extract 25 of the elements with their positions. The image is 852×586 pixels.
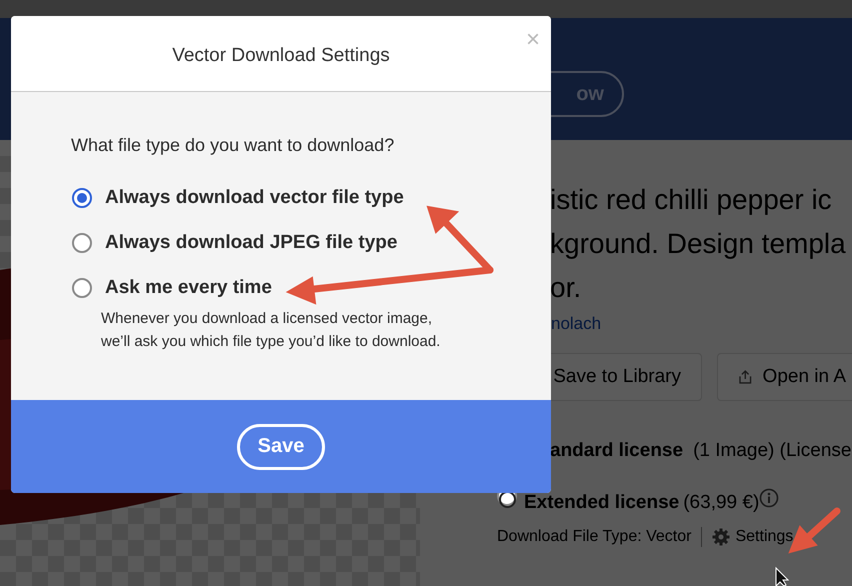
- close-button[interactable]: ×: [526, 28, 540, 52]
- title-text: istic red chilli pepper ic: [550, 183, 832, 217]
- file-type-label: Download File Type: Vector: [497, 528, 692, 546]
- open-in-button[interactable]: Open in A: [717, 353, 852, 401]
- license-detail: (1 Image) (License: [693, 440, 852, 462]
- license-detail: (63,99 €): [683, 492, 760, 513]
- license-name: andard license: [550, 440, 684, 462]
- author-link[interactable]: nolach: [551, 314, 602, 334]
- save-button[interactable]: Save: [237, 424, 325, 470]
- question-text: What file type do you want to download?: [71, 135, 396, 156]
- info-icon[interactable]: [759, 488, 780, 508]
- option-description: Whenever you download a licensed vector image, we’ll ask you which file type you’d like to download.: [101, 309, 442, 352]
- title-text: kground. Design templa: [550, 227, 846, 261]
- option-label[interactable]: Ask me every time: [105, 277, 272, 299]
- license-name: Extended license: [524, 492, 680, 513]
- option-label[interactable]: Always download vector file type: [105, 187, 404, 209]
- gear-icon: [712, 528, 730, 546]
- option-label[interactable]: Always download JPEG file type: [105, 232, 398, 254]
- dialog-title: Vector Download Settings: [172, 44, 390, 66]
- radio-button[interactable]: [72, 278, 92, 298]
- radio-button[interactable]: [72, 188, 92, 208]
- settings-button[interactable]: Settings: [712, 528, 794, 546]
- cursor-icon: [776, 566, 790, 586]
- radio-button[interactable]: [72, 233, 92, 253]
- title-text: or.: [550, 271, 582, 305]
